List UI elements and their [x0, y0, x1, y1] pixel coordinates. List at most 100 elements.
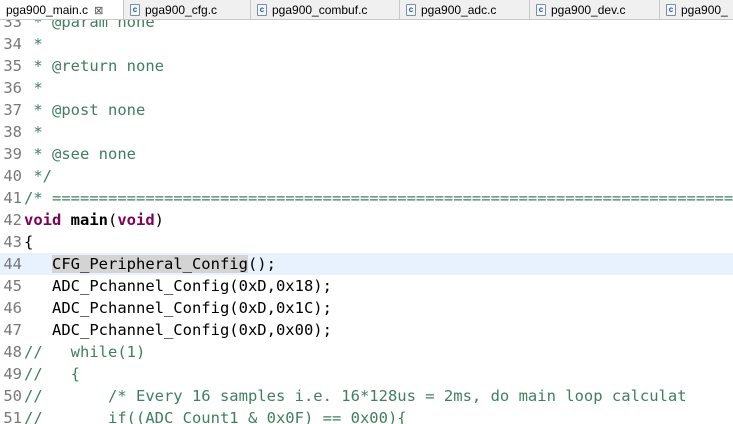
- code-line[interactable]: 41/* ===================================…: [0, 187, 733, 209]
- code-line[interactable]: 33 * @param none: [0, 20, 733, 33]
- code-token: {: [24, 233, 34, 251]
- code-token: * @return none: [24, 57, 164, 75]
- code-token: // {: [24, 365, 80, 383]
- code-token: * @param none: [24, 20, 155, 31]
- tab-pga900-cfg-c[interactable]: c pga900_cfg.c: [124, 0, 251, 19]
- code-token: *: [24, 123, 43, 141]
- code-line[interactable]: 51// if((ADC_Count1 & 0x0F) == 0x00){: [0, 407, 733, 424]
- code-token: // while(1): [24, 343, 146, 361]
- code-token: * @post none: [24, 101, 146, 119]
- code-text: * @post none: [24, 99, 145, 121]
- code-text: CFG_Peripheral_Config();: [24, 253, 276, 275]
- c-file-icon: c: [666, 3, 676, 16]
- code-token: ADC_Pchannel_Config(0xD,0x18);: [24, 277, 332, 295]
- code-text: void main(void): [24, 209, 164, 231]
- code-line[interactable]: 36 *: [0, 77, 733, 99]
- tab-label: pga900_cfg.c: [145, 2, 218, 17]
- line-number: 37: [3, 101, 22, 119]
- code-text: // /* Every 16 samples i.e. 16*128us = 2…: [24, 385, 687, 407]
- line-number: 44: [3, 255, 22, 273]
- code-text: *: [24, 33, 43, 55]
- code-token: main: [70, 211, 108, 229]
- tab-label: pga900_adc.c: [421, 2, 497, 17]
- code-line[interactable]: 43{: [0, 231, 733, 253]
- code-line[interactable]: 46 ADC_Pchannel_Config(0xD,0x1C);: [0, 297, 733, 319]
- code-text: * @see none: [24, 143, 136, 165]
- line-number: 39: [3, 145, 22, 163]
- tab-label: pga900_: [681, 2, 728, 17]
- code-line[interactable]: 48// while(1): [0, 341, 733, 363]
- code-text: // {: [24, 363, 80, 385]
- tab-pga900-combuf-c[interactable]: c pga900_combuf.c: [251, 0, 400, 19]
- code-line[interactable]: 39 * @see none: [0, 143, 733, 165]
- line-number: 48: [3, 343, 22, 361]
- tab-pga900-adc-c[interactable]: c pga900_adc.c: [400, 0, 530, 19]
- code-token: *: [24, 35, 43, 53]
- code-line[interactable]: 49// {: [0, 363, 733, 385]
- tab-label: pga900_main.c: [6, 3, 89, 17]
- code-token: ADC_Pchannel_Config(0xD,0x00);: [24, 321, 332, 339]
- c-file-icon: c: [130, 3, 140, 16]
- line-number: 51: [3, 409, 22, 424]
- code-line[interactable]: 34 *: [0, 33, 733, 55]
- code-line[interactable]: 50// /* Every 16 samples i.e. 16*128us =…: [0, 385, 733, 407]
- code-token: // if((ADC_Count1 & 0x0F) == 0x00){: [24, 409, 407, 424]
- code-text: {: [24, 231, 33, 253]
- line-number: 47: [3, 321, 22, 339]
- code-line[interactable]: 45 ADC_Pchannel_Config(0xD,0x18);: [0, 275, 733, 297]
- line-number: 38: [3, 123, 22, 141]
- tab-label: pga900_dev.c: [551, 2, 626, 17]
- line-number: 36: [3, 79, 22, 97]
- line-number: 50: [3, 387, 22, 405]
- code-text: *: [24, 77, 43, 99]
- code-token: * @see none: [24, 145, 136, 163]
- code-token: /* =====================================…: [24, 189, 733, 207]
- tab-label: pga900_combuf.c: [272, 2, 368, 17]
- code-line[interactable]: 47 ADC_Pchannel_Config(0xD,0x00);: [0, 319, 733, 341]
- code-line[interactable]: 37 * @post none: [0, 99, 733, 121]
- code-line[interactable]: 40 */: [0, 165, 733, 187]
- code-line[interactable]: 38 *: [0, 121, 733, 143]
- c-file-icon: c: [536, 3, 546, 16]
- code-text: */: [24, 165, 52, 187]
- line-number: 45: [3, 277, 22, 295]
- code-token: CFG_Peripheral_Config: [52, 255, 248, 273]
- code-text: ADC_Pchannel_Config(0xD,0x1C);: [24, 297, 332, 319]
- code-token: ();: [247, 255, 276, 273]
- line-number: 34: [3, 35, 22, 53]
- close-tab-icon[interactable]: ⊠: [94, 4, 103, 17]
- c-file-icon: c: [406, 3, 416, 16]
- code-token: */: [24, 167, 52, 185]
- c-file-icon: c: [257, 3, 267, 16]
- code-text: *: [24, 121, 43, 143]
- line-number: 41: [3, 189, 22, 207]
- editor-tab-bar: pga900_main.c ⊠ c pga900_cfg.c c pga900_combu…: [0, 0, 733, 20]
- code-text: /* =====================================…: [24, 187, 733, 209]
- tab-pga900-[interactable]: c pga900_: [660, 0, 733, 19]
- code-line[interactable]: 35 * @return none: [0, 55, 733, 77]
- line-number: 42: [3, 211, 22, 229]
- line-number: 33: [3, 20, 22, 31]
- code-token: (: [108, 211, 118, 229]
- code-line[interactable]: 44 CFG_Peripheral_Config();: [0, 253, 733, 275]
- code-text: ADC_Pchannel_Config(0xD,0x00);: [24, 319, 332, 341]
- code-token: ): [154, 211, 165, 229]
- code-token: void: [24, 211, 62, 229]
- code-text: * @return none: [24, 55, 164, 77]
- code-text: // while(1): [24, 341, 145, 363]
- line-number: 35: [3, 57, 22, 75]
- code-token: *: [24, 79, 43, 97]
- code-line[interactable]: 42 void main(void): [0, 209, 733, 231]
- line-number: 46: [3, 299, 22, 317]
- code-editor[interactable]: 33 * @param none 34 * 35 * @return none 36 …: [0, 20, 733, 424]
- code-text: // if((ADC_Count1 & 0x0F) == 0x00){: [24, 407, 407, 424]
- code-text: ADC_Pchannel_Config(0xD,0x18);: [24, 275, 332, 297]
- tab-pga900-dev-c[interactable]: c pga900_dev.c: [530, 0, 660, 19]
- code-token: ADC_Pchannel_Config(0xD,0x1C);: [24, 299, 332, 317]
- tab-pga900-main-c[interactable]: pga900_main.c ⊠: [0, 0, 124, 19]
- code-token: void: [117, 211, 155, 229]
- line-number: 49: [3, 365, 22, 383]
- code-text: * @param none: [24, 20, 155, 33]
